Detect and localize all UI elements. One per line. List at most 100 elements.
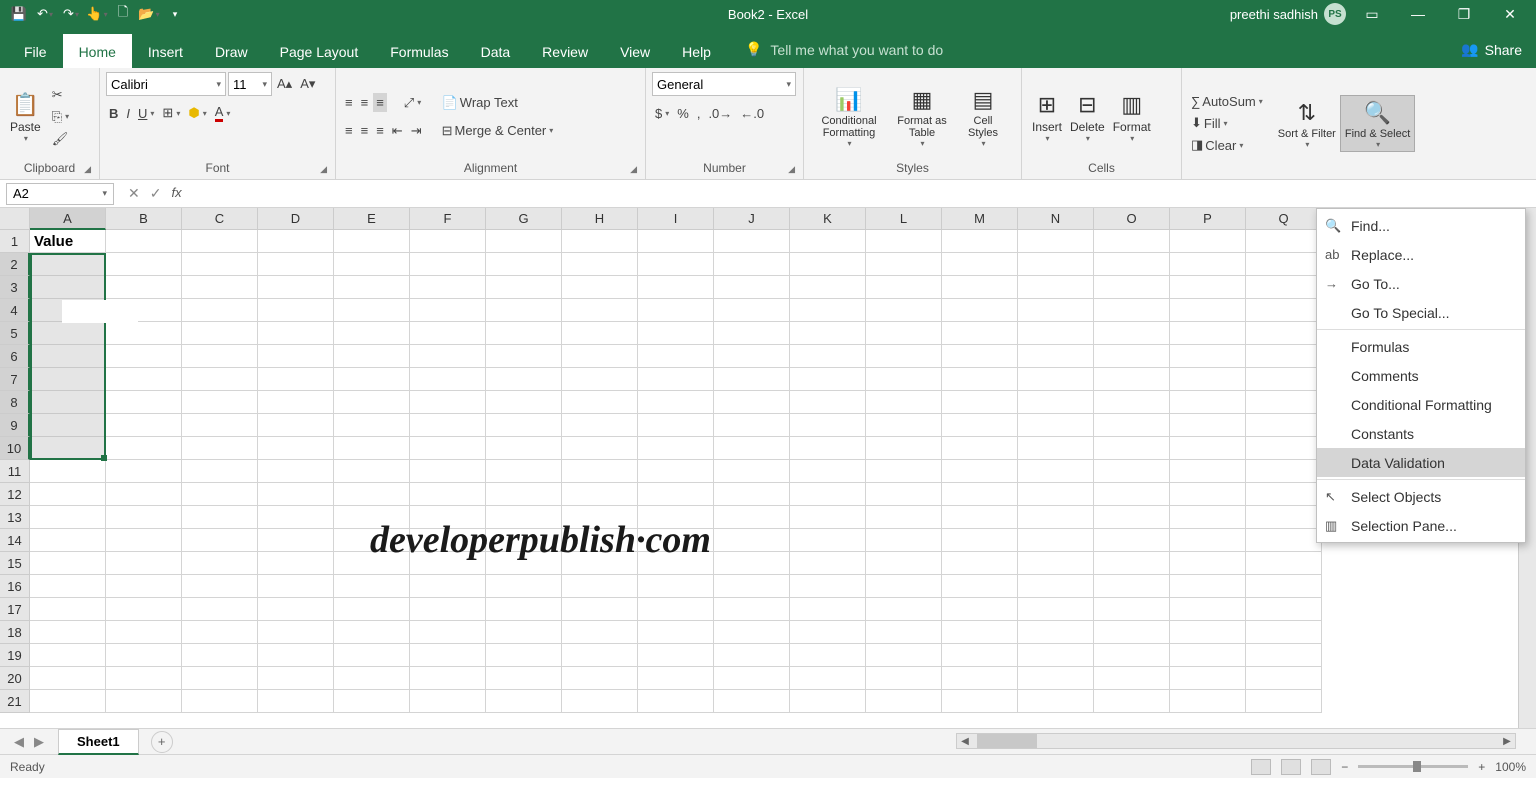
row-header[interactable]: 4: [0, 299, 30, 322]
cell[interactable]: [410, 276, 486, 299]
cell[interactable]: [714, 552, 790, 575]
cell[interactable]: [1170, 345, 1246, 368]
decrease-decimal-icon[interactable]: ←.0: [737, 104, 767, 123]
cell[interactable]: [714, 322, 790, 345]
border-button[interactable]: ⊞▾: [159, 103, 183, 123]
cell[interactable]: [714, 345, 790, 368]
cell[interactable]: [1018, 460, 1094, 483]
fill-button[interactable]: ⬇ Fill ▾: [1188, 113, 1266, 133]
new-file-icon[interactable]: 🗋: [112, 3, 134, 25]
cell[interactable]: [106, 230, 182, 253]
cell[interactable]: [562, 667, 638, 690]
cell[interactable]: [106, 667, 182, 690]
cell[interactable]: [106, 552, 182, 575]
cell[interactable]: [790, 391, 866, 414]
cell[interactable]: [1246, 483, 1322, 506]
add-sheet-button[interactable]: +: [151, 731, 173, 753]
increase-decimal-icon[interactable]: .0→: [705, 104, 735, 123]
cell[interactable]: [410, 437, 486, 460]
cell[interactable]: [866, 414, 942, 437]
row-header[interactable]: 13: [0, 506, 30, 529]
font-color-button[interactable]: A▾: [212, 102, 234, 124]
cell[interactable]: [562, 506, 638, 529]
menu-select-objects[interactable]: ↖Select Objects: [1317, 482, 1525, 511]
cell[interactable]: [258, 368, 334, 391]
align-center-icon[interactable]: ≡: [358, 121, 372, 140]
cell[interactable]: [106, 506, 182, 529]
cell[interactable]: [486, 414, 562, 437]
cell[interactable]: [334, 437, 410, 460]
cell[interactable]: [942, 621, 1018, 644]
undo-icon[interactable]: ↶▾: [34, 3, 56, 25]
cell[interactable]: [866, 391, 942, 414]
cell[interactable]: [714, 621, 790, 644]
cell[interactable]: [258, 437, 334, 460]
number-format-combo[interactable]: General▾: [652, 72, 796, 96]
cell[interactable]: [182, 345, 258, 368]
cell[interactable]: [30, 460, 106, 483]
cell[interactable]: [182, 667, 258, 690]
cell[interactable]: [1246, 414, 1322, 437]
italic-button[interactable]: I: [123, 104, 133, 123]
cell[interactable]: [1246, 345, 1322, 368]
cell[interactable]: [1094, 322, 1170, 345]
format-as-table-button[interactable]: ▦Format as Table▾: [888, 83, 956, 150]
cell[interactable]: [638, 644, 714, 667]
cell[interactable]: [866, 230, 942, 253]
cell[interactable]: [790, 575, 866, 598]
zoom-slider[interactable]: [1358, 765, 1468, 768]
cell[interactable]: [714, 299, 790, 322]
cell[interactable]: [410, 391, 486, 414]
cell[interactable]: [410, 621, 486, 644]
cell[interactable]: [866, 483, 942, 506]
cell[interactable]: [714, 230, 790, 253]
cell[interactable]: [258, 460, 334, 483]
cell[interactable]: [562, 368, 638, 391]
cell[interactable]: [1170, 483, 1246, 506]
column-header[interactable]: H: [562, 208, 638, 230]
cell[interactable]: [714, 644, 790, 667]
cell[interactable]: [486, 276, 562, 299]
user-name[interactable]: preethi sadhish: [1230, 7, 1318, 22]
zoom-level[interactable]: 100%: [1495, 760, 1526, 774]
cell[interactable]: [790, 598, 866, 621]
cell[interactable]: [410, 552, 486, 575]
cell[interactable]: [638, 552, 714, 575]
row-header[interactable]: 19: [0, 644, 30, 667]
cell[interactable]: [1170, 575, 1246, 598]
cell[interactable]: [486, 230, 562, 253]
cell[interactable]: [106, 437, 182, 460]
cell[interactable]: [714, 414, 790, 437]
cell[interactable]: [790, 506, 866, 529]
cell[interactable]: [182, 414, 258, 437]
cell[interactable]: [182, 230, 258, 253]
cell[interactable]: [942, 368, 1018, 391]
tab-draw[interactable]: Draw: [199, 34, 264, 68]
open-file-icon[interactable]: 📂▾: [138, 3, 160, 25]
cell[interactable]: [30, 483, 106, 506]
cell[interactable]: [410, 368, 486, 391]
cell[interactable]: [790, 690, 866, 713]
cell[interactable]: [942, 460, 1018, 483]
cell[interactable]: [258, 345, 334, 368]
cell[interactable]: [486, 667, 562, 690]
cell[interactable]: [866, 644, 942, 667]
accounting-format-icon[interactable]: $▾: [652, 104, 672, 123]
cell[interactable]: [410, 345, 486, 368]
cell[interactable]: [638, 322, 714, 345]
cell[interactable]: [1018, 690, 1094, 713]
cell[interactable]: [410, 690, 486, 713]
cell[interactable]: [1170, 644, 1246, 667]
cell[interactable]: [30, 391, 106, 414]
cell[interactable]: [638, 368, 714, 391]
cell[interactable]: [714, 529, 790, 552]
row-header[interactable]: 8: [0, 391, 30, 414]
cell[interactable]: [30, 414, 106, 437]
cell[interactable]: [410, 299, 486, 322]
cell[interactable]: [1246, 598, 1322, 621]
cell[interactable]: [1094, 598, 1170, 621]
cell[interactable]: [790, 460, 866, 483]
cell[interactable]: [866, 598, 942, 621]
page-break-view-icon[interactable]: [1311, 759, 1331, 775]
cell[interactable]: [790, 667, 866, 690]
